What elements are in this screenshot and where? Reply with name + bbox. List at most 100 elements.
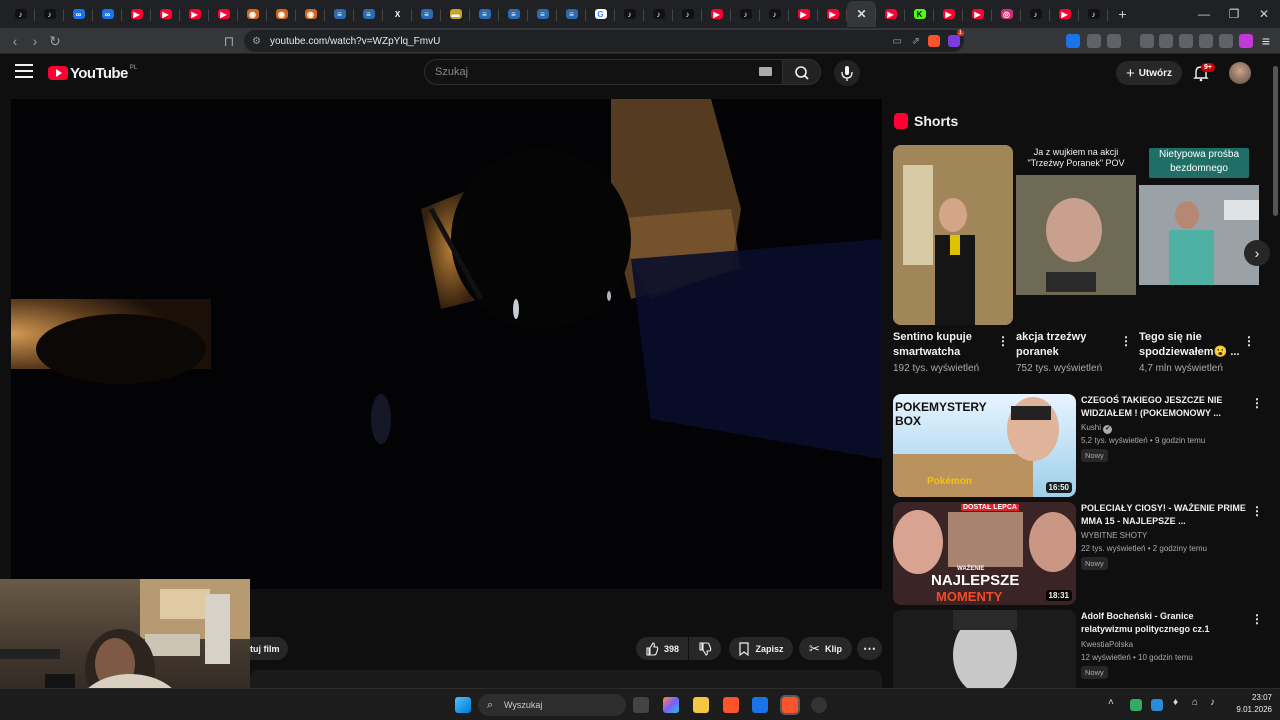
more-actions-button[interactable]: ⋯ (857, 637, 882, 660)
browser-tab[interactable]: ∞ (64, 1, 93, 27)
short-title[interactable]: Tego się nie spodziewałem😮 ... (1139, 330, 1247, 360)
window-close-icon[interactable]: ✕ (1248, 0, 1280, 28)
short-title[interactable]: Sentino kupuje smartwatcha (893, 330, 1001, 360)
more-vert-icon[interactable]: ⋮ (1251, 612, 1263, 626)
tab-search-icon[interactable] (1107, 34, 1121, 48)
browser-tab[interactable]: ≡ (557, 1, 586, 27)
browser-tab[interactable]: ▶ (789, 1, 818, 27)
task-view-icon[interactable] (633, 697, 649, 713)
minimize-icon[interactable]: — (1188, 0, 1220, 28)
browser-tab[interactable]: ♪ (6, 1, 35, 27)
brave-rewards-icon[interactable] (948, 35, 960, 47)
chevron-up-icon[interactable]: ˄ (1108, 697, 1124, 713)
more-vert-icon[interactable]: ⋮ (1251, 396, 1263, 410)
youtube-logo[interactable]: YouTube PL (48, 64, 137, 82)
browser-tab[interactable]: ∞ (93, 1, 122, 27)
browser-tab[interactable]: ▶ (1050, 1, 1079, 27)
new-tab-button[interactable]: + (1108, 1, 1137, 27)
brave-icon[interactable] (723, 697, 739, 713)
puzzle-icon[interactable] (1087, 34, 1101, 48)
browser-tab[interactable]: ▶ (702, 1, 731, 27)
menu-icon[interactable] (15, 64, 33, 80)
browser-tab[interactable]: ✕ (847, 1, 876, 27)
browser-tab[interactable]: ♪ (731, 1, 760, 27)
create-button[interactable]: + Utwórz (1116, 61, 1182, 85)
browser-tab[interactable]: ◉ (238, 1, 267, 27)
browser-tab[interactable]: ≡ (528, 1, 557, 27)
video-title[interactable]: CZEGOŚ TAKIEGO JESZCZE NIE WIDZIAŁEM ! (… (1081, 394, 1246, 420)
browser-tab[interactable]: ▶ (963, 1, 992, 27)
browser-tab[interactable]: X (383, 1, 412, 27)
clock[interactable]: 23:07 9.01.2026 (1224, 692, 1272, 716)
windows-start-icon[interactable] (455, 697, 471, 713)
more-vert-icon[interactable]: ⋮ (997, 334, 1009, 348)
short-thumbnail[interactable]: Ja z wujkiem na akcji "Trzeźwy Poranek" … (1016, 145, 1136, 325)
video-channel[interactable]: WYBITNE SHOTY (1081, 531, 1147, 540)
browser-tab[interactable]: ≡ (354, 1, 383, 27)
description-box[interactable] (250, 670, 882, 688)
leo-icon[interactable] (1199, 34, 1213, 48)
short-title[interactable]: akcja trzeźwy poranek (1016, 330, 1124, 360)
browser-tab[interactable]: ▶ (151, 1, 180, 27)
tray-app-icon[interactable] (1130, 699, 1142, 711)
video-channel[interactable]: KwestiaPolska (1081, 640, 1133, 649)
short-thumbnail[interactable]: Nietypowa prośba bezdomnego (1139, 145, 1259, 325)
browser-tab[interactable]: ♪ (35, 1, 64, 27)
browser-menu-icon[interactable]: ≡ (1257, 32, 1275, 50)
browser-tab[interactable]: ♪ (1021, 1, 1050, 27)
scrollbar-thumb[interactable] (1273, 66, 1278, 216)
video-title[interactable]: POLECIAŁY CIOSY! - WAŻENIE PRIME MMA 15 … (1081, 502, 1246, 528)
avatar[interactable] (1229, 62, 1251, 84)
video-title[interactable]: Adolf Bocheński - Granice relatywizmu po… (1081, 610, 1246, 636)
store-icon[interactable] (752, 697, 768, 713)
video-thumbnail[interactable]: DOSTAŁ LEPCA WAŻENIE NAJLEPSZE MOMENTY 1… (893, 502, 1076, 605)
browser-tab[interactable]: G (586, 1, 615, 27)
browser-tab[interactable]: ◎ (992, 1, 1021, 27)
maximize-icon[interactable]: ❐ (1218, 0, 1250, 28)
brave-active-icon[interactable] (780, 695, 800, 715)
more-vert-icon[interactable]: ⋮ (1251, 504, 1263, 518)
brave-shield-icon[interactable] (928, 35, 940, 47)
browser-tab[interactable]: ≡ (499, 1, 528, 27)
like-button[interactable]: 398 (636, 637, 688, 660)
browser-tab[interactable]: ≡ (470, 1, 499, 27)
microphone-icon[interactable]: ♦ (1173, 697, 1189, 713)
sidebar-icon[interactable] (1159, 34, 1173, 48)
dislike-button[interactable] (689, 637, 721, 660)
reload-icon[interactable]: ↻ (46, 32, 64, 50)
file-explorer-icon[interactable] (693, 697, 709, 713)
network-icon[interactable]: ⌂ (1192, 697, 1208, 713)
browser-tab[interactable]: K (905, 1, 934, 27)
browser-tab[interactable]: ◉ (267, 1, 296, 27)
more-vert-icon[interactable]: ⋮ (1243, 334, 1255, 348)
browser-tab[interactable]: ≡ (412, 1, 441, 27)
url-field[interactable]: ⚙ youtube.com/watch?v=WZpYlq_FmvU ▭ ⇗ 1 (244, 30, 964, 52)
search-input[interactable]: Szukaj (424, 59, 783, 85)
copilot-icon[interactable] (663, 697, 679, 713)
search-button[interactable] (783, 59, 821, 85)
video-player[interactable] (11, 99, 882, 589)
short-thumbnail[interactable] (893, 145, 1013, 325)
browser-tab[interactable]: ▶ (180, 1, 209, 27)
share-film-button[interactable]: tuj film (246, 637, 288, 660)
browser-tab[interactable]: ▶ (209, 1, 238, 27)
save-button[interactable]: Zapisz (729, 637, 793, 660)
browser-tab[interactable]: ≡ (325, 1, 354, 27)
more-vert-icon[interactable]: ⋮ (1120, 334, 1132, 348)
browser-tab[interactable]: ♪ (644, 1, 673, 27)
vpn-icon[interactable] (1219, 34, 1233, 48)
taskbar-search-input[interactable]: ⌕ Wyszukaj (478, 694, 626, 716)
obs-icon[interactable] (811, 697, 827, 713)
browser-tab[interactable]: ♪ (760, 1, 789, 27)
back-icon[interactable]: ‹ (6, 32, 24, 50)
music-icon[interactable] (1140, 34, 1154, 48)
browser-tab[interactable]: ◉ (296, 1, 325, 27)
wallet-icon[interactable] (1179, 34, 1193, 48)
clip-button[interactable]: ✂ Klip (799, 637, 852, 660)
video-thumbnail[interactable] (893, 610, 1076, 688)
browser-tab[interactable]: ▶ (818, 1, 847, 27)
shorts-next-button[interactable]: › (1244, 240, 1270, 266)
forward-icon[interactable]: › (26, 32, 44, 50)
browser-tab[interactable]: ▶ (122, 1, 151, 27)
browser-tab[interactable]: ♪ (673, 1, 702, 27)
